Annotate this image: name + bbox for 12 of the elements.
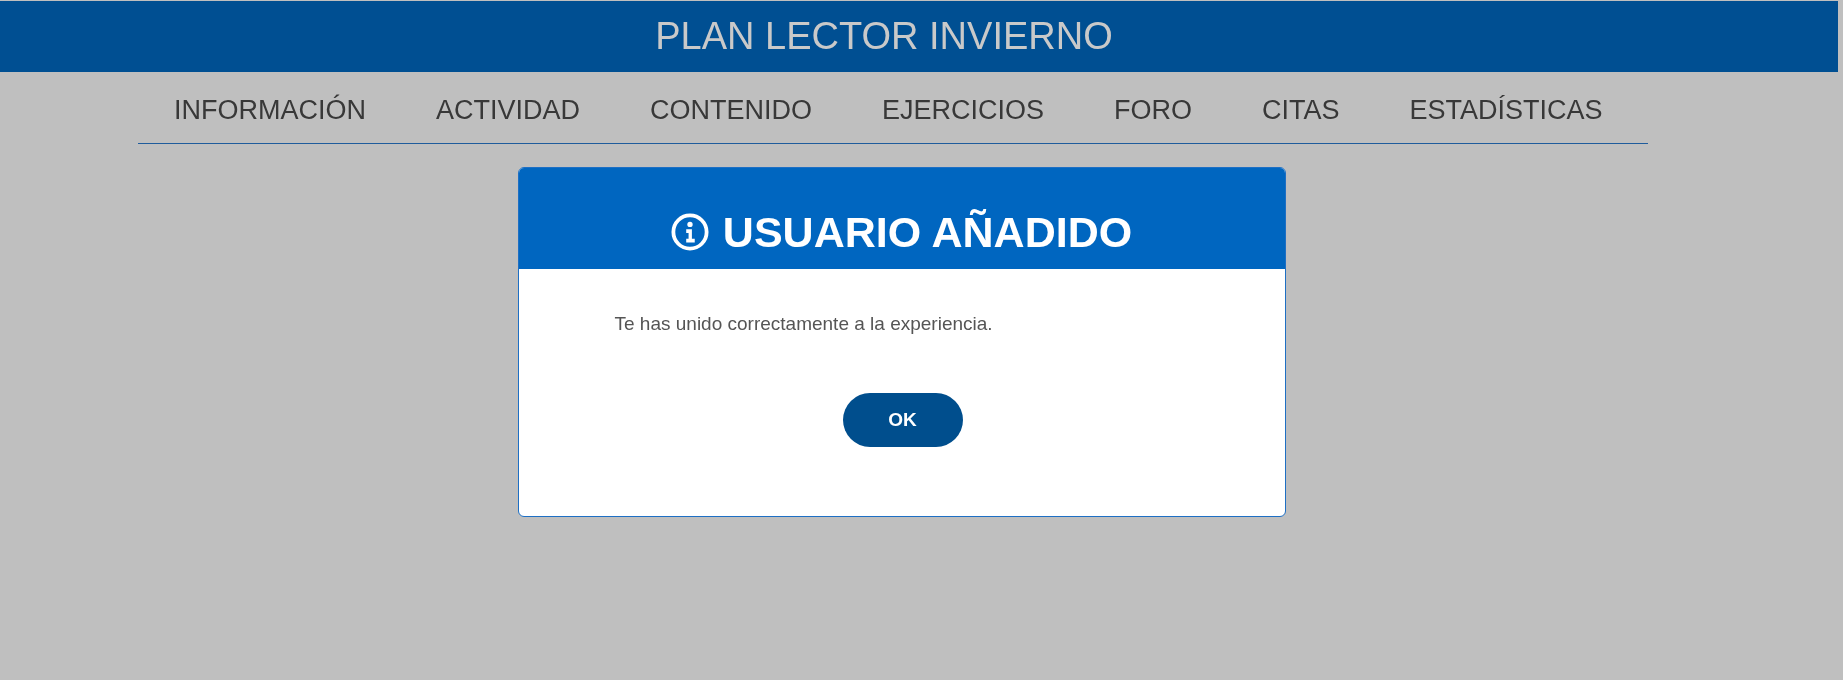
nav-link[interactable]: CITAS [1262, 95, 1340, 126]
info-icon [670, 213, 709, 251]
nav-link[interactable]: ESTADÍSTICAS [1409, 95, 1603, 126]
nav-link[interactable]: EJERCICIOS [882, 95, 1045, 126]
dialog-title: USUARIO AÑADIDO [722, 207, 1133, 258]
nav-link[interactable]: FORO [1114, 95, 1193, 126]
dialog-message: Te has unido correctamente a la experiencia. [614, 312, 994, 336]
nav-link[interactable]: CONTENIDO [650, 95, 813, 126]
nav-link[interactable]: ACTIVIDAD [436, 95, 581, 126]
nav-link[interactable]: INFORMACIÓN [174, 95, 366, 126]
ok-button[interactable]: OK [842, 393, 963, 447]
page-title: PLAN LECTOR INVIERNO [655, 15, 1113, 58]
